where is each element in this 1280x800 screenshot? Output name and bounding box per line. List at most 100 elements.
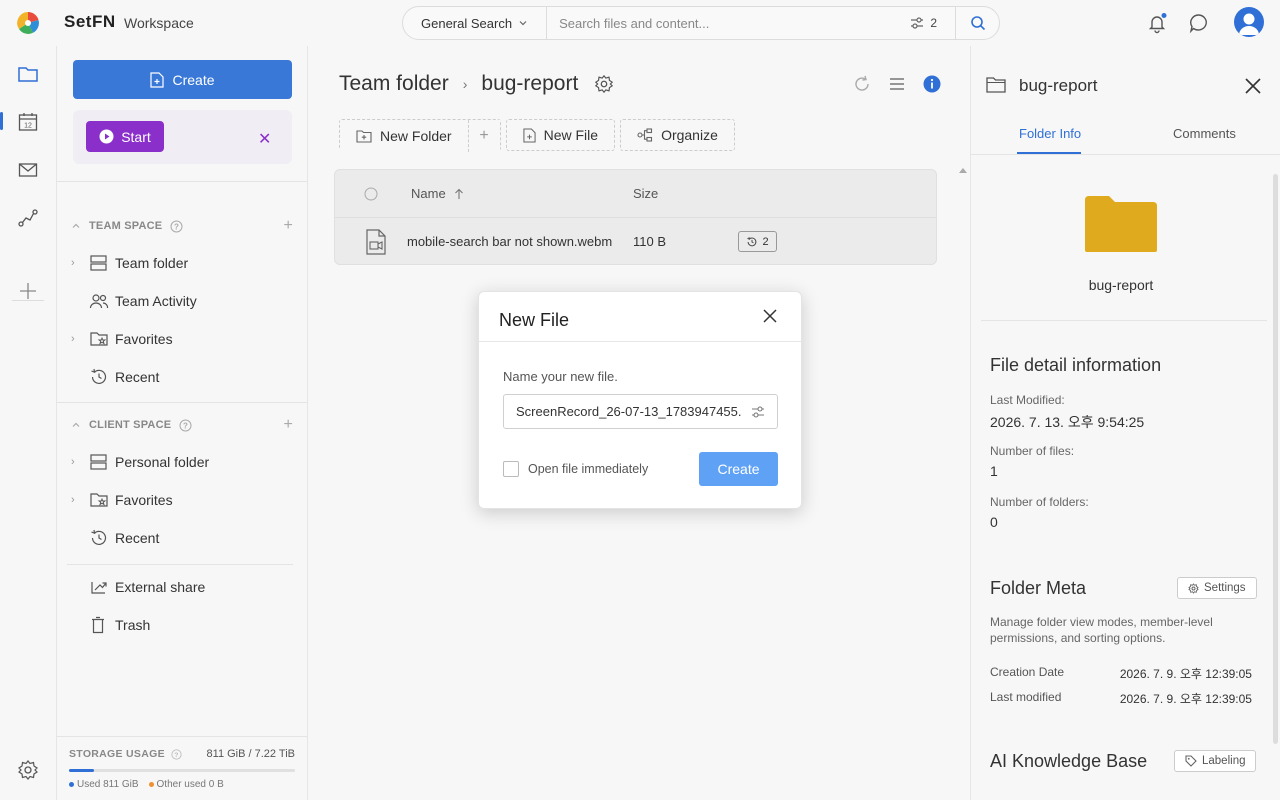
sidebar-item-trash[interactable]: Trash — [71, 615, 293, 635]
last-modified-value-2: 2026. 7. 9. 오후 12:39:05 — [1119, 692, 1252, 706]
close-icon[interactable] — [761, 307, 779, 325]
info-icon[interactable] — [922, 74, 942, 94]
video-file-icon — [364, 218, 388, 265]
new-folder-more-button[interactable]: + — [467, 120, 500, 152]
last-modified-label: Last Modified: — [990, 393, 1065, 407]
create-button[interactable]: Create — [73, 60, 292, 99]
chevron-right-icon[interactable]: › — [71, 333, 89, 345]
breadcrumb-current[interactable]: bug-report — [481, 72, 578, 96]
start-button[interactable]: Start — [86, 121, 164, 152]
team-space-header[interactable]: TEAM SPACE ? + — [71, 217, 293, 235]
play-icon — [99, 129, 114, 144]
create-file-button[interactable]: Create — [699, 452, 778, 486]
user-avatar[interactable] — [1234, 7, 1264, 37]
svg-text:?: ? — [174, 222, 179, 231]
new-folder-button[interactable]: New Folder — [340, 120, 468, 152]
sidebar-item-label: Recent — [115, 369, 160, 385]
last-modified-label-2: Last modified — [990, 690, 1062, 704]
settings-button[interactable]: Settings — [1177, 577, 1257, 599]
breadcrumb-team-folder[interactable]: Team folder — [339, 72, 449, 96]
calendar-icon[interactable]: 12 — [17, 111, 39, 133]
chevron-right-icon[interactable]: › — [71, 456, 89, 468]
sidebar-item-personal-folder[interactable]: › Personal folder — [71, 452, 293, 472]
sidebar-divider — [57, 181, 307, 182]
add-icon[interactable] — [17, 280, 39, 302]
large-folder-icon — [1085, 196, 1157, 252]
folder-info-panel: bug-report Folder Info Comments bug-repo… — [970, 46, 1280, 800]
gear-icon[interactable] — [17, 759, 39, 781]
mail-icon[interactable] — [17, 159, 39, 181]
new-file-button[interactable]: New File — [505, 119, 616, 151]
folder-name: bug-report — [1088, 277, 1154, 293]
sidebar-item-external-share[interactable]: External share — [71, 577, 293, 597]
labeling-button[interactable]: Labeling — [1174, 750, 1257, 772]
help-icon[interactable]: ? — [179, 419, 192, 432]
file-name-input[interactable] — [504, 404, 751, 419]
client-space-header[interactable]: CLIENT SPACE ? + — [71, 416, 293, 434]
sort-ascending-icon — [454, 188, 463, 199]
sidebar-item-team-recent[interactable]: Recent — [71, 367, 293, 387]
list-view-icon[interactable] — [887, 74, 907, 94]
search-button[interactable] — [955, 7, 999, 39]
organize-label: Organize — [661, 127, 718, 143]
sidebar-item-team-folder[interactable]: › Team folder — [71, 253, 293, 273]
sidebar-divider — [57, 402, 307, 403]
version-history-badge[interactable]: 2 — [738, 231, 777, 252]
search-input[interactable] — [547, 15, 911, 31]
chat-bubble-icon[interactable] — [1188, 12, 1210, 34]
select-all-checkbox[interactable] — [364, 170, 378, 217]
sidebar-item-client-favorites[interactable]: › Favorites — [71, 490, 293, 510]
storage-used: Used 811 GiB — [77, 779, 139, 790]
help-icon[interactable]: ? — [171, 748, 182, 760]
file-name[interactable]: mobile-search bar not shown.webm — [407, 218, 612, 265]
scroll-up-arrow[interactable] — [959, 168, 967, 173]
add-client-space-icon[interactable]: + — [283, 416, 293, 434]
new-folder-icon — [356, 130, 372, 143]
chevron-up-icon — [72, 223, 80, 228]
refresh-icon[interactable] — [852, 74, 872, 94]
column-header-size[interactable]: Size — [633, 170, 658, 217]
chevron-right-icon[interactable]: › — [71, 257, 89, 269]
tab-comments[interactable]: Comments — [1173, 126, 1236, 141]
search-scope-select[interactable]: General Search — [403, 7, 548, 39]
sidebar-item-team-activity[interactable]: Team Activity — [71, 291, 293, 311]
folder-settings-gear-icon[interactable] — [594, 74, 614, 94]
organize-button[interactable]: Organize — [620, 119, 735, 151]
history-icon — [747, 236, 757, 246]
share-icon — [91, 582, 107, 594]
tab-folder-info[interactable]: Folder Info — [1019, 126, 1081, 141]
chevron-right-icon[interactable]: › — [71, 494, 89, 506]
panel-scrollbar[interactable] — [1273, 174, 1278, 744]
last-modified-value: 2026. 7. 13. 오후 9:54:25 — [990, 414, 1145, 430]
sidebar-item-client-recent[interactable]: Recent — [71, 528, 293, 548]
sidebar-divider — [67, 564, 293, 565]
svg-text:12: 12 — [24, 123, 32, 130]
sidebar-item-team-favorites[interactable]: › Favorites — [71, 329, 293, 349]
new-file-dialog: New File Name your new file. Open file i… — [478, 291, 802, 509]
start-button-label: Start — [121, 128, 151, 145]
notification-bell-icon[interactable] — [1146, 12, 1168, 34]
open-immediately-checkbox[interactable] — [503, 461, 519, 477]
workspace-label: Workspace — [124, 15, 194, 31]
close-icon[interactable] — [1243, 76, 1263, 96]
new-file-icon — [150, 71, 165, 88]
open-immediately-option[interactable]: Open file immediately — [503, 461, 648, 477]
left-rail: 12 — [0, 46, 56, 800]
add-team-space-icon[interactable]: + — [283, 217, 293, 235]
workflow-icon[interactable] — [17, 207, 39, 229]
filter-count: 2 — [930, 16, 937, 30]
folder-icon[interactable] — [17, 63, 39, 85]
search-filter-button[interactable]: 2 — [910, 16, 955, 30]
num-files-label: Number of files: — [990, 444, 1075, 458]
star-folder-icon — [90, 332, 108, 346]
filter-sliders-icon[interactable] — [751, 405, 765, 419]
file-name-field — [503, 394, 778, 429]
app-logo-icon[interactable] — [16, 11, 40, 35]
gear-icon — [1188, 582, 1199, 594]
svg-text:?: ? — [174, 752, 178, 759]
close-icon[interactable]: ✕ — [258, 129, 271, 149]
folder-toolbar: New Folder + New File Organize — [339, 119, 735, 152]
column-header-name[interactable]: Name — [411, 170, 464, 217]
new-folder-label: New Folder — [380, 128, 452, 144]
help-icon[interactable]: ? — [170, 220, 183, 233]
